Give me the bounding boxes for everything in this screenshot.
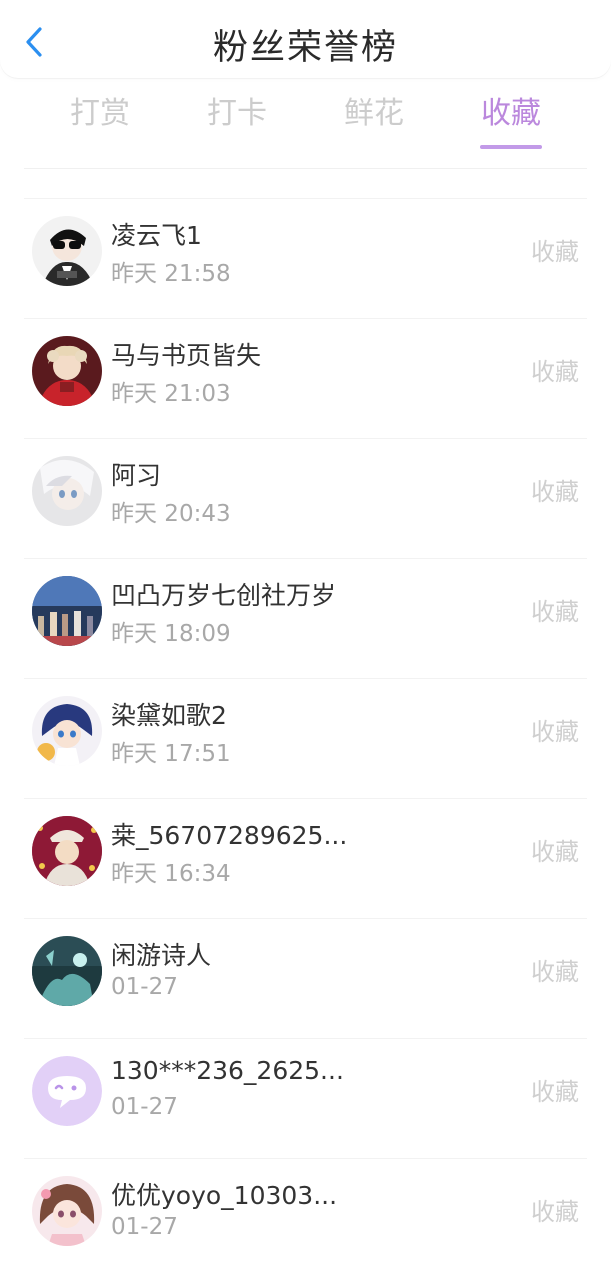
page-title: 粉丝荣誉榜 [212, 28, 398, 68]
action-label: 收藏 [531, 1198, 579, 1226]
fan-name: 桒_56707289625... [111, 821, 348, 850]
fan-name: 染黛如歌2 [111, 701, 227, 730]
list-item[interactable]: 闲游诗人 01-27 收藏 [0, 918, 611, 1038]
avatar[interactable] [32, 696, 102, 766]
fan-name: 闲游诗人 [111, 941, 212, 970]
divider [24, 438, 587, 439]
list-item[interactable]: 凹凸万岁七创社万岁 昨天 18:09 收藏 [0, 558, 611, 678]
fan-time: 昨天 20:43 [111, 501, 231, 527]
header-bar: 粉丝荣誉榜 [0, 0, 611, 78]
tab-favorites[interactable]: 收藏 [451, 92, 571, 150]
tab-label: 鲜花 [344, 96, 404, 131]
action-label: 收藏 [531, 958, 579, 986]
avatar[interactable] [32, 216, 102, 286]
list-item[interactable]: 优优yoyo_10303... 01-27 收藏 [0, 1158, 611, 1278]
action-label: 收藏 [531, 1078, 579, 1106]
avatar[interactable] [32, 1056, 102, 1126]
divider [24, 918, 587, 919]
fan-list: 凌云飞1 昨天 21:58 收藏 马与书页皆失 昨天 21:03 收藏 阿习 昨… [0, 198, 611, 1278]
list-item[interactable]: 染黛如歌2 昨天 17:51 收藏 [0, 678, 611, 798]
action-label: 收藏 [531, 238, 579, 266]
fan-time: 01-27 [111, 1094, 178, 1120]
tab-label: 收藏 [481, 96, 541, 131]
divider [24, 168, 587, 169]
tab-flowers[interactable]: 鲜花 [314, 92, 434, 150]
fan-name: 阿习 [111, 461, 162, 490]
tab-reward[interactable]: 打赏 [40, 92, 160, 150]
fan-name: 凌云飞1 [111, 221, 202, 250]
avatar[interactable] [32, 1176, 102, 1246]
fan-name: 凹凸万岁七创社万岁 [111, 581, 337, 610]
divider [24, 1038, 587, 1039]
fan-time: 昨天 18:09 [111, 621, 231, 647]
app-root: 粉丝荣誉榜 打赏 打卡 鲜花 收藏 凌云飞1 昨天 21:58 收藏 马与书页皆… [0, 0, 611, 1280]
list-item[interactable]: 马与书页皆失 昨天 21:03 收藏 [0, 318, 611, 438]
avatar[interactable] [32, 936, 102, 1006]
fan-time: 昨天 17:51 [111, 741, 231, 767]
tab-checkin[interactable]: 打卡 [177, 92, 297, 150]
divider [24, 798, 587, 799]
action-label: 收藏 [531, 478, 579, 506]
tab-label: 打卡 [207, 96, 267, 131]
divider [24, 678, 587, 679]
fan-name: 优优yoyo_10303... [111, 1181, 338, 1210]
avatar[interactable] [32, 576, 102, 646]
active-tab-indicator [480, 145, 542, 149]
fan-time: 昨天 16:34 [111, 861, 231, 887]
divider [24, 318, 587, 319]
avatar[interactable] [32, 456, 102, 526]
tab-label: 打赏 [70, 96, 130, 131]
action-label: 收藏 [531, 838, 579, 866]
fan-time: 昨天 21:58 [111, 261, 231, 287]
fan-time: 01-27 [111, 1214, 178, 1240]
list-item[interactable]: 桒_56707289625... 昨天 16:34 收藏 [0, 798, 611, 918]
divider [24, 198, 587, 199]
divider [24, 1158, 587, 1159]
action-label: 收藏 [531, 718, 579, 746]
avatar[interactable] [32, 816, 102, 886]
fan-name: 130***236_2625... [111, 1056, 344, 1085]
fan-time: 01-27 [111, 974, 178, 1000]
tab-bar: 打赏 打卡 鲜花 收藏 [0, 92, 611, 152]
list-item[interactable]: 凌云飞1 昨天 21:58 收藏 [0, 198, 611, 318]
list-item[interactable]: 130***236_2625... 01-27 收藏 [0, 1038, 611, 1158]
avatar[interactable] [32, 336, 102, 406]
fan-name: 马与书页皆失 [111, 341, 262, 370]
action-label: 收藏 [531, 358, 579, 386]
divider [24, 558, 587, 559]
action-label: 收藏 [531, 598, 579, 626]
fan-time: 昨天 21:03 [111, 381, 231, 407]
list-item[interactable]: 阿习 昨天 20:43 收藏 [0, 438, 611, 558]
